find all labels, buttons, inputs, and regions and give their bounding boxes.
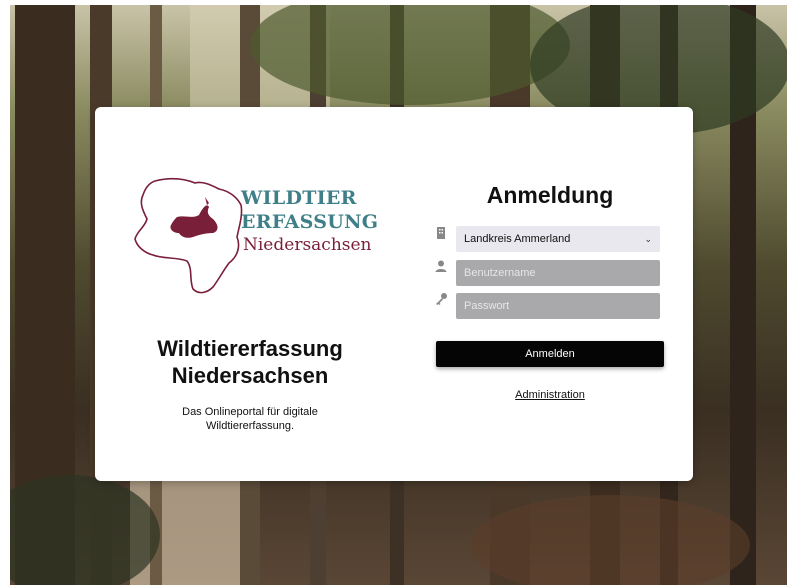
chevron-down-icon: ⌄ <box>644 233 652 244</box>
logo-line-3: Niedersachsen <box>243 235 372 255</box>
login-heading: Anmeldung <box>486 182 614 208</box>
brand-subtitle: Das Onlineportal für digitale Wildtierer… <box>182 406 318 432</box>
logo: WILDTIER ERFASSUNG Niedersachsen <box>133 175 378 299</box>
lower-saxony-hare-logo-icon <box>134 178 243 294</box>
key-icon <box>434 292 448 306</box>
logo-line-2: ERFASSUNG <box>241 211 379 233</box>
logo-line-1: WILDTIER <box>241 187 357 209</box>
username-input[interactable] <box>456 260 660 286</box>
brand-title: Wildtiererfassung Niedersachsen <box>157 336 343 388</box>
user-icon <box>434 259 448 273</box>
login-button[interactable]: Anmelden <box>436 341 664 367</box>
administration-link[interactable]: Administration <box>440 389 660 401</box>
password-input[interactable] <box>456 293 660 319</box>
district-select-value: Landkreis Ammerland <box>464 233 571 245</box>
district-select[interactable]: Landkreis Ammerland ⌄ <box>456 226 660 252</box>
building-icon <box>434 226 448 240</box>
login-card: WILDTIER ERFASSUNG Niedersachsen Wildtie… <box>95 107 693 481</box>
